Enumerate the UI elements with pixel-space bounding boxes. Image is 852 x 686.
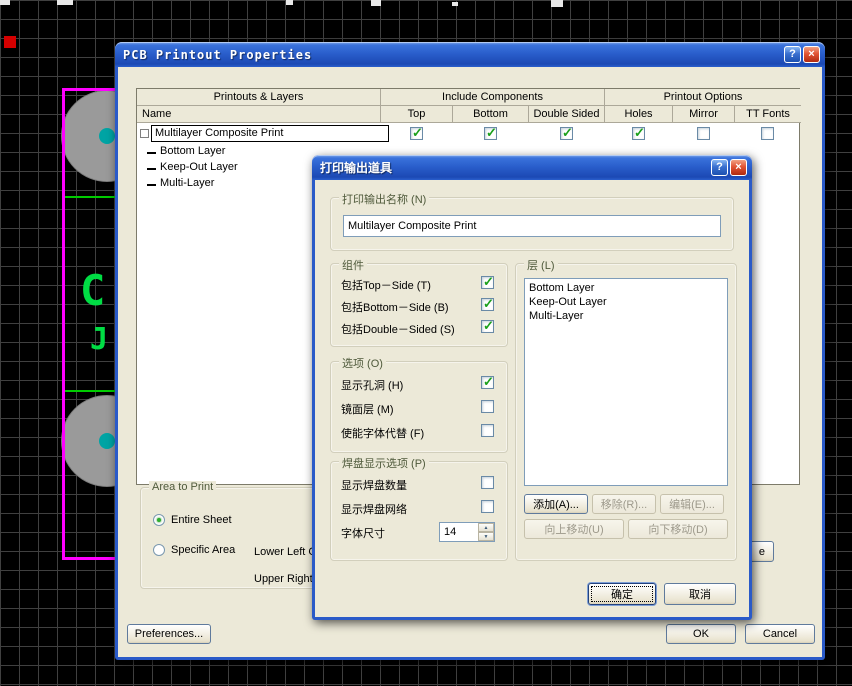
font-size-value[interactable]: 14 <box>440 523 478 541</box>
list-item[interactable]: Multi-Layer <box>525 309 727 323</box>
table-group-header-printouts-layers[interactable]: Printouts & Layers <box>137 89 381 106</box>
include-top-side-checkbox[interactable] <box>481 274 494 290</box>
options-group: 选项 (O) 显示孔洞 (H) 镜面层 (M) 使能字体代替 (F) <box>330 355 508 453</box>
spin-down-icon[interactable]: ▼ <box>478 532 494 541</box>
table-col-double-sided[interactable]: Double Sided <box>529 106 605 123</box>
spin-up-icon[interactable]: ▲ <box>478 523 494 532</box>
pcb-artifact <box>57 0 73 5</box>
checkbox-top[interactable] <box>410 125 423 141</box>
show-holes-label: 显示孔洞 (H) <box>341 380 404 392</box>
include-double-sided-label: 包括Double－Sided (S) <box>341 324 455 336</box>
screen: { "icons": { "help": "?", "close": "×", … <box>0 0 852 686</box>
include-top-side-label: 包括Top－Side (T) <box>341 280 431 292</box>
child-dialog-title: 打印输出道具 <box>320 161 393 175</box>
table-group-header-printout-options[interactable]: Printout Options <box>605 89 801 106</box>
table-col-name[interactable]: Name <box>137 106 381 123</box>
table-group-header-include-components[interactable]: Include Components <box>381 89 605 106</box>
area-to-print-caption: Area to Print <box>149 481 217 493</box>
font-size-spinner[interactable]: 14 ▲ ▼ <box>439 522 495 542</box>
list-item[interactable]: Bottom Layer <box>525 281 727 295</box>
close-icon[interactable]: × <box>730 159 747 176</box>
list-item[interactable]: Keep-Out Layer <box>525 295 727 309</box>
include-double-sided-checkbox[interactable] <box>481 318 494 334</box>
specific-area-label[interactable]: Specific Area <box>171 544 235 556</box>
table-col-bottom[interactable]: Bottom <box>453 106 529 123</box>
print-output-properties-dialog: 打印输出道具 ? × 打印输出名称 (N) 组件 包括Top－Side (T) … <box>312 155 752 620</box>
tree-branch-line <box>147 184 156 186</box>
table-col-tt-fonts[interactable]: TT Fonts <box>735 106 801 123</box>
show-holes-checkbox[interactable] <box>481 374 494 390</box>
output-name-caption: 打印输出名称 (N) <box>339 191 430 207</box>
show-pad-net-label: 显示焊盘网络 <box>341 504 407 516</box>
show-pad-number-label: 显示焊盘数量 <box>341 480 407 492</box>
enable-font-substitution-checkbox[interactable] <box>481 424 494 437</box>
main-dialog-titlebar[interactable]: PCB Printout Properties ? × <box>115 42 825 67</box>
tree-branch-line <box>147 152 156 154</box>
mirror-layer-checkbox[interactable] <box>481 400 494 413</box>
main-dialog-title: PCB Printout Properties <box>123 47 313 62</box>
close-icon[interactable]: × <box>803 46 820 63</box>
pcb-artifact <box>551 0 563 7</box>
tree-item-keep-out-layer[interactable]: Keep-Out Layer <box>160 161 238 173</box>
cancel-button[interactable]: 取消 <box>664 583 736 605</box>
tree-branch-line <box>147 168 156 170</box>
pad-display-caption: 焊盘显示选项 (P) <box>339 455 429 471</box>
font-size-label: 字体尺寸 <box>341 528 385 540</box>
layers-listbox[interactable]: Bottom Layer Keep-Out Layer Multi-Layer <box>524 278 728 486</box>
help-icon[interactable]: ? <box>711 159 728 176</box>
help-icon[interactable]: ? <box>784 46 801 63</box>
move-up-button[interactable]: 向上移动(U) <box>524 519 624 539</box>
table-col-top[interactable]: Top <box>381 106 453 123</box>
child-dialog-titlebar[interactable]: 打印输出道具 ? × <box>312 155 752 180</box>
layers-caption: 层 (L) <box>524 257 558 273</box>
output-name-input[interactable] <box>343 215 721 237</box>
show-pad-net-checkbox[interactable] <box>481 500 494 513</box>
pcb-artifact <box>452 2 458 6</box>
entire-sheet-label[interactable]: Entire Sheet <box>171 514 232 526</box>
printout-name-edit[interactable]: Multilayer Composite Print <box>151 125 389 142</box>
specific-area-radio[interactable] <box>153 544 165 556</box>
move-down-button[interactable]: 向下移动(D) <box>628 519 728 539</box>
cancel-button[interactable]: Cancel <box>745 624 815 644</box>
table-col-holes[interactable]: Holes <box>605 106 673 123</box>
layers-group: 层 (L) Bottom Layer Keep-Out Layer Multi-… <box>515 257 737 561</box>
entire-sheet-radio[interactable] <box>153 514 165 526</box>
pcb-artifact <box>371 0 381 6</box>
spinner-buttons: ▲ ▼ <box>478 523 494 541</box>
tree-item-multi-layer[interactable]: Multi-Layer <box>160 177 214 189</box>
tree-expand-box[interactable] <box>140 129 149 138</box>
enable-font-substitution-label: 使能字体代替 (F) <box>341 428 425 440</box>
edit-layer-button[interactable]: 编辑(E)... <box>660 494 724 514</box>
upper-right-label: Upper Right <box>254 573 313 585</box>
tree-item-bottom-layer[interactable]: Bottom Layer <box>160 145 225 157</box>
checkbox-double-sided[interactable] <box>560 125 573 141</box>
include-bottom-side-label: 包括Bottom－Side (B) <box>341 302 449 314</box>
checkbox-tt-fonts[interactable] <box>761 127 774 140</box>
options-caption: 选项 (O) <box>339 355 386 371</box>
checkbox-bottom[interactable] <box>484 125 497 141</box>
table-col-mirror[interactable]: Mirror <box>673 106 735 123</box>
include-bottom-side-checkbox[interactable] <box>481 296 494 312</box>
ok-button[interactable]: OK <box>666 624 736 644</box>
preferences-button[interactable]: Preferences... <box>127 624 211 644</box>
pcb-artifact <box>286 0 293 5</box>
pcb-artifact <box>0 0 10 5</box>
show-pad-number-checkbox[interactable] <box>481 476 494 489</box>
pad-display-options-group: 焊盘显示选项 (P) 显示焊盘数量 显示焊盘网络 字体尺寸 14 ▲ ▼ <box>330 455 508 561</box>
child-dialog-body: 打印输出名称 (N) 组件 包括Top－Side (T) 包括Bottom－Si… <box>315 180 749 617</box>
remove-layer-button[interactable]: 移除(R)... <box>592 494 656 514</box>
checkbox-mirror[interactable] <box>697 127 710 140</box>
output-name-group: 打印输出名称 (N) <box>330 191 734 251</box>
confirm-button[interactable]: 确定 <box>588 583 656 605</box>
lower-left-label: Lower Left C <box>254 546 317 558</box>
components-caption: 组件 <box>339 257 367 273</box>
add-layer-button[interactable]: 添加(A)... <box>524 494 588 514</box>
components-group: 组件 包括Top－Side (T) 包括Bottom－Side (B) 包括Do… <box>330 257 508 347</box>
checkbox-holes[interactable] <box>632 125 645 141</box>
pcb-red-marker <box>4 36 16 48</box>
mirror-layer-label: 镜面层 (M) <box>341 404 394 416</box>
